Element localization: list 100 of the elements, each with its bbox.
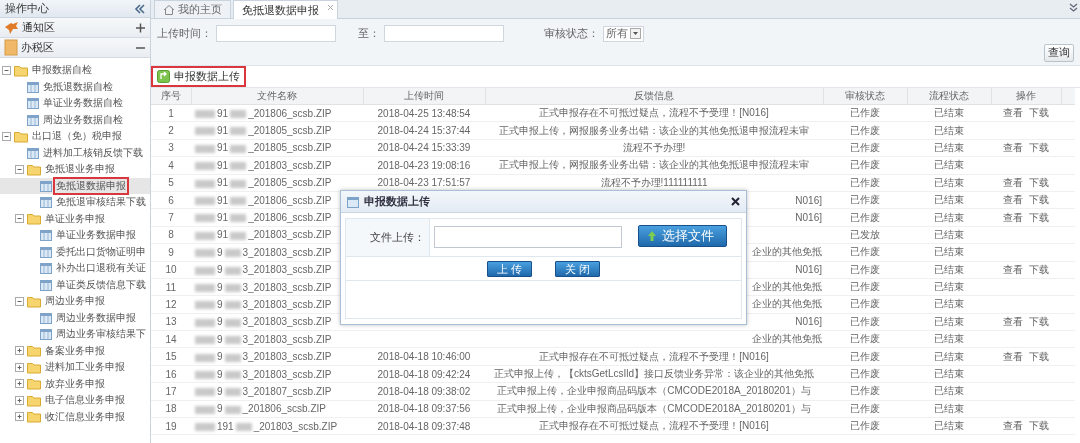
collapse-icon[interactable] bbox=[15, 296, 24, 306]
action-link[interactable]: 下载 bbox=[1029, 263, 1049, 275]
table-cell: 已结束 bbox=[907, 382, 991, 401]
table-cell: 9 bbox=[151, 243, 191, 261]
action-link[interactable]: 查看 bbox=[1003, 315, 1023, 327]
folder-icon bbox=[27, 360, 41, 374]
table-cell: 2018-04-18 09:42:24 bbox=[363, 365, 485, 383]
tree-item[interactable]: 进料加工业务申报 bbox=[44, 360, 126, 375]
date-field[interactable] bbox=[216, 25, 336, 42]
query-button[interactable]: 查询 bbox=[1044, 44, 1074, 62]
table-cell: 2018-04-18 09:38:02 bbox=[363, 382, 485, 401]
expand-icon[interactable] bbox=[15, 379, 24, 389]
tree-item[interactable]: 电子信息业务申报 bbox=[44, 393, 126, 408]
expand-icon[interactable] bbox=[15, 346, 24, 356]
action-link[interactable]: 下载 bbox=[1029, 420, 1049, 432]
action-link[interactable]: 查看 bbox=[1003, 420, 1023, 432]
table-cell: 已作废 bbox=[823, 417, 907, 435]
table-cell: 正式申报存在不可抵过疑点，流程不予受理！[N016] bbox=[485, 347, 823, 366]
tree-item[interactable]: 免抵退审核结果下载 bbox=[55, 195, 147, 210]
table-cell: 已作废 bbox=[823, 191, 907, 209]
action-link[interactable]: 下载 bbox=[1029, 315, 1049, 327]
action-link[interactable]: 查看 bbox=[1003, 141, 1023, 153]
table-cell: 已作废 bbox=[823, 121, 907, 140]
tree-item[interactable]: 单证业务数据申报 bbox=[55, 228, 137, 243]
close-icon[interactable] bbox=[731, 197, 740, 206]
sidebar-section[interactable]: 通知区 bbox=[0, 18, 150, 38]
table-cell: 已结束 bbox=[907, 417, 991, 435]
table-cell: 10 bbox=[151, 261, 191, 279]
tree-item[interactable]: 委托出口货物证明申 bbox=[55, 244, 147, 259]
action-link[interactable]: 查看 bbox=[1003, 211, 1023, 223]
date-field[interactable] bbox=[384, 25, 504, 42]
collapse-icon[interactable] bbox=[15, 164, 24, 174]
sidebar-title: 操作中心 bbox=[5, 1, 49, 16]
field-label: 上传时间： bbox=[157, 26, 212, 41]
tree-item[interactable]: 进料加工核销反馈下载 bbox=[42, 145, 144, 160]
tree-item[interactable]: 单证业务数据自检 bbox=[42, 96, 124, 111]
table-cell: 已作废 bbox=[823, 156, 907, 175]
table-cell: 已结束 bbox=[907, 208, 991, 227]
tab[interactable]: 我的主页 bbox=[154, 0, 231, 18]
tree-item[interactable]: 周边业务申报 bbox=[44, 294, 106, 309]
action-link[interactable]: 下载 bbox=[1029, 194, 1049, 206]
tree-item[interactable]: 免抵退数据自检 bbox=[42, 79, 114, 94]
tree-item[interactable]: 收汇信息业务申报 bbox=[44, 409, 126, 424]
expand-icon[interactable] bbox=[15, 395, 24, 405]
table-cell: 已作废 bbox=[823, 295, 907, 314]
table-cell: 已结束 bbox=[907, 278, 991, 296]
collapse-sidebar-icon[interactable] bbox=[134, 3, 145, 14]
action-link[interactable]: 下载 bbox=[1029, 107, 1049, 119]
collapse-icon[interactable] bbox=[2, 131, 11, 141]
table-cell: 5 bbox=[151, 174, 191, 192]
collapse-icon[interactable] bbox=[2, 65, 11, 75]
table-cell: 13 bbox=[151, 313, 191, 331]
table-cell: 正式申报上传，企业申报商品码版本（CMCODE2018A_20180201）与 bbox=[485, 382, 823, 401]
tree-item[interactable]: 备案业务申报 bbox=[44, 343, 106, 358]
table-cell: 已结束 bbox=[907, 330, 991, 348]
table-cell: 9 _201806_scsb.ZIP bbox=[191, 400, 363, 418]
expand-icon[interactable] bbox=[15, 412, 24, 422]
table-cell: 已作废 bbox=[823, 278, 907, 296]
table-cell: 正式申报上传，网报服务业务出错：该企业的其他免抵退申报流程未审 bbox=[485, 121, 823, 140]
collapse-icon[interactable] bbox=[15, 214, 24, 224]
action-link[interactable]: 查看 bbox=[1003, 107, 1023, 119]
tree-item[interactable]: 周边业务审核结果下 bbox=[55, 327, 147, 342]
action-link[interactable]: 下载 bbox=[1029, 350, 1049, 362]
tree-item[interactable]: 周边业务数据自检 bbox=[42, 112, 124, 127]
action-link[interactable]: 查看 bbox=[1003, 263, 1023, 275]
tab[interactable]: 免抵退数据申报 bbox=[233, 0, 338, 19]
action-link[interactable]: 查看 bbox=[1003, 176, 1023, 188]
expand-icon[interactable] bbox=[15, 362, 24, 372]
dialog-button[interactable]: 上 传 bbox=[486, 260, 532, 277]
tree-item[interactable]: 补办出口退税有关证 bbox=[55, 261, 147, 276]
tree-item[interactable]: 周边业务数据申报 bbox=[55, 310, 137, 325]
sidebar-section[interactable]: 办税区 bbox=[0, 38, 150, 58]
table-cell: 9 3_201803_scsb.ZIP bbox=[191, 347, 363, 366]
table-cell: 已作废 bbox=[823, 365, 907, 383]
status-dropdown[interactable]: 所有 bbox=[603, 25, 644, 42]
choose-file-button[interactable]: 选择文件 bbox=[638, 225, 727, 247]
action-link[interactable]: 查看 bbox=[1003, 350, 1023, 362]
file-input-field[interactable] bbox=[434, 226, 622, 248]
dialog-button[interactable]: 关 闭 bbox=[555, 260, 601, 277]
action-link[interactable]: 下载 bbox=[1029, 141, 1049, 153]
table-cell: 2018-04-23 19:08:16 bbox=[363, 156, 485, 175]
tree-item[interactable]: 放弃业务申报 bbox=[44, 376, 106, 391]
tree-item[interactable]: 单证类反馈信息下载 bbox=[55, 277, 147, 292]
action-link[interactable]: 查看 bbox=[1003, 194, 1023, 206]
table-cell: 已结束 bbox=[907, 226, 991, 244]
tree-item[interactable]: 申报数据自检 bbox=[31, 63, 93, 78]
table-cell: 17 bbox=[151, 382, 191, 401]
table-cell: 已结束 bbox=[907, 139, 991, 157]
chevron-down-icon[interactable] bbox=[1069, 3, 1078, 12]
table-cell: 已作废 bbox=[823, 382, 907, 401]
table-cell: 15 bbox=[151, 347, 191, 366]
tree-item[interactable]: 单证业务申报 bbox=[44, 211, 106, 226]
tree-item[interactable]: 免抵退业务申报 bbox=[44, 162, 116, 177]
action-link[interactable]: 下载 bbox=[1029, 211, 1049, 223]
table-cell: 已作废 bbox=[823, 243, 907, 261]
action-link[interactable]: 下载 bbox=[1029, 176, 1049, 188]
table-cell: 91 _201806_scsb.ZIP bbox=[191, 104, 363, 122]
table-cell: 已作废 bbox=[823, 347, 907, 366]
tree-item[interactable]: 出口退（免）税申报 bbox=[31, 129, 123, 144]
upload-button[interactable]: 申报数据上传 bbox=[153, 68, 244, 85]
